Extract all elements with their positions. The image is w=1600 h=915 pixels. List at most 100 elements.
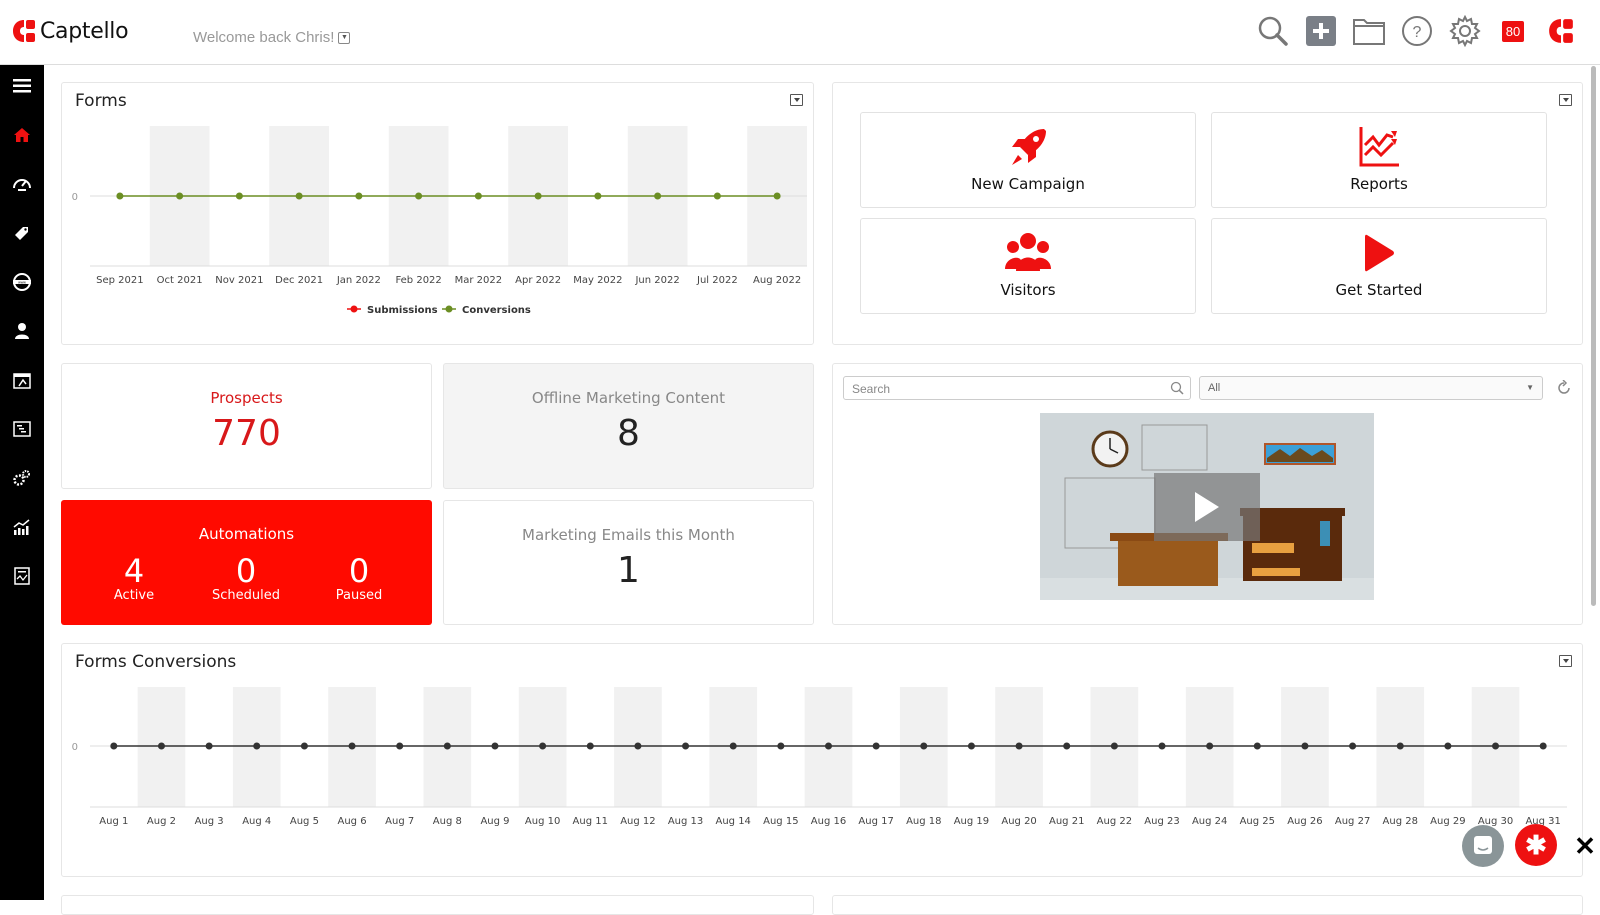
feedback-button[interactable]: ✱ [1515, 824, 1557, 866]
x-tick-label: Aug 19 [954, 816, 989, 827]
x-tick-label: Aug 7 [385, 816, 414, 827]
data-point [654, 192, 662, 200]
prospects-card[interactable]: Prospects 770 [61, 363, 432, 489]
legend-marker [445, 305, 453, 313]
data-point [825, 742, 832, 750]
chart-trend-icon [1359, 127, 1399, 167]
stat-label: Scheduled [212, 588, 280, 603]
welcome-menu[interactable]: Welcome back Chris! ▼ [193, 29, 351, 46]
sidebar-item-web[interactable]: www [0, 265, 44, 299]
marketing-emails-card[interactable]: Marketing Emails this Month 1 [443, 500, 814, 625]
data-point [920, 742, 928, 750]
sidebar-item-home[interactable] [0, 118, 44, 152]
stat-value: 0 [348, 552, 370, 590]
data-point [355, 192, 363, 200]
reports-button[interactable]: Reports [1211, 112, 1547, 208]
data-point [729, 742, 737, 750]
chevron-down-icon[interactable]: ▼ [338, 31, 351, 44]
x-tick-label: Jun 2022 [634, 275, 679, 286]
select-value: All [1208, 382, 1221, 394]
data-point [713, 192, 721, 200]
x-tick-label: Aug 8 [433, 816, 462, 827]
automations-card[interactable]: Automations 4 Active 0 Scheduled 0 Pause… [61, 500, 432, 625]
collapse-button[interactable] [1559, 94, 1572, 106]
offline-content-card[interactable]: Offline Marketing Content 8 [443, 363, 814, 489]
search-icon [1170, 381, 1184, 395]
sidebar-item-reports[interactable] [0, 559, 44, 593]
x-tick-label: Aug 6 [338, 816, 367, 827]
data-point [773, 192, 781, 200]
play-button[interactable] [1154, 473, 1260, 541]
forms-chart: 0 Sep 2021 Oct 2021 Nov 2021 Dec 2021 Jan 202… [72, 126, 807, 316]
sidebar-item-tags[interactable] [0, 216, 44, 250]
x-tick-label: Aug 11 [573, 816, 608, 827]
notifications-button[interactable]: 80 [1496, 14, 1530, 48]
x-tick-label: Aug 2022 [753, 275, 801, 286]
menu-icon [13, 79, 31, 93]
visitors-button[interactable]: Visitors [860, 218, 1196, 314]
gear-icon [1449, 15, 1481, 47]
x-tick-label: Aug 28 [1383, 816, 1418, 827]
www-globe-icon: www [13, 273, 31, 291]
data-point [116, 192, 124, 200]
add-button[interactable] [1304, 14, 1338, 48]
forms-conversions-chart: 0 Aug 1 Aug 2 Aug 3 Aug 4 Aug 5 Aug 6 Aug 7 Aug … [72, 687, 1567, 827]
help-icon: ? [1402, 16, 1432, 46]
x-tick-label: Aug 4 [242, 816, 271, 827]
automations-paused: 0 Paused [309, 552, 409, 603]
x-tick-label: Dec 2021 [275, 275, 323, 286]
data-point [1301, 742, 1309, 750]
page-scrollbar[interactable] [1591, 66, 1596, 606]
legend-marker [350, 305, 358, 313]
data-point [1015, 742, 1023, 750]
chevron-down-icon: ▼ [1526, 383, 1534, 392]
folder-icon [1353, 19, 1385, 45]
data-point [586, 742, 594, 750]
data-point [534, 192, 542, 200]
sidebar-item-menu[interactable] [0, 69, 44, 103]
x-tick-label: Aug 9 [480, 816, 509, 827]
chat-button[interactable] [1462, 825, 1504, 867]
x-tick-label: Jul 2022 [696, 275, 738, 286]
sidebar-item-events[interactable] [0, 363, 44, 397]
account-button[interactable] [1544, 14, 1578, 48]
new-campaign-button[interactable]: New Campaign [860, 112, 1196, 208]
x-tick-label: Apr 2022 [515, 275, 561, 286]
search-icon [1258, 16, 1288, 46]
settings-button[interactable] [1448, 14, 1482, 48]
x-tick-label: Aug 29 [1430, 816, 1465, 827]
sidebar-item-content[interactable] [0, 412, 44, 446]
x-tick-label: Sep 2021 [96, 275, 143, 286]
play-icon [1365, 234, 1394, 272]
sidebar-item-settings[interactable] [0, 461, 44, 495]
search-button[interactable] [1256, 14, 1290, 48]
data-point [295, 192, 303, 200]
data-point [110, 742, 118, 750]
x-tick-label: Aug 21 [1049, 816, 1084, 827]
x-tick-label: May 2022 [573, 275, 622, 286]
data-point [1206, 742, 1214, 750]
help-button[interactable]: ? [1400, 14, 1434, 48]
sidebar-item-dashboard[interactable] [0, 167, 44, 201]
captello-logo[interactable]: Captello [12, 18, 129, 44]
x-tick-label: Aug 26 [1287, 816, 1322, 827]
data-point [235, 192, 243, 200]
folder-button[interactable] [1352, 14, 1386, 48]
close-widget-button[interactable]: ✕ [1568, 829, 1600, 863]
refresh-icon[interactable] [1556, 380, 1572, 396]
x-tick-label: Aug 3 [195, 816, 224, 827]
data-point [300, 742, 308, 750]
video-thumbnail[interactable] [1040, 413, 1374, 600]
x-tick-label: Aug 24 [1192, 816, 1227, 827]
tile-label: Get Started [1335, 281, 1423, 299]
data-point [594, 192, 602, 200]
captello-logo-icon [13, 20, 35, 42]
data-point [1444, 742, 1452, 750]
get-started-button[interactable]: Get Started [1211, 218, 1547, 314]
media-search-input[interactable]: Search [843, 376, 1191, 400]
media-filter-select[interactable]: All ▼ [1199, 376, 1543, 400]
sidebar-item-contacts[interactable] [0, 314, 44, 348]
sidebar-item-analytics[interactable] [0, 510, 44, 544]
x-tick-label: Aug 22 [1097, 816, 1132, 827]
x-tick-label: Aug 16 [811, 816, 846, 827]
